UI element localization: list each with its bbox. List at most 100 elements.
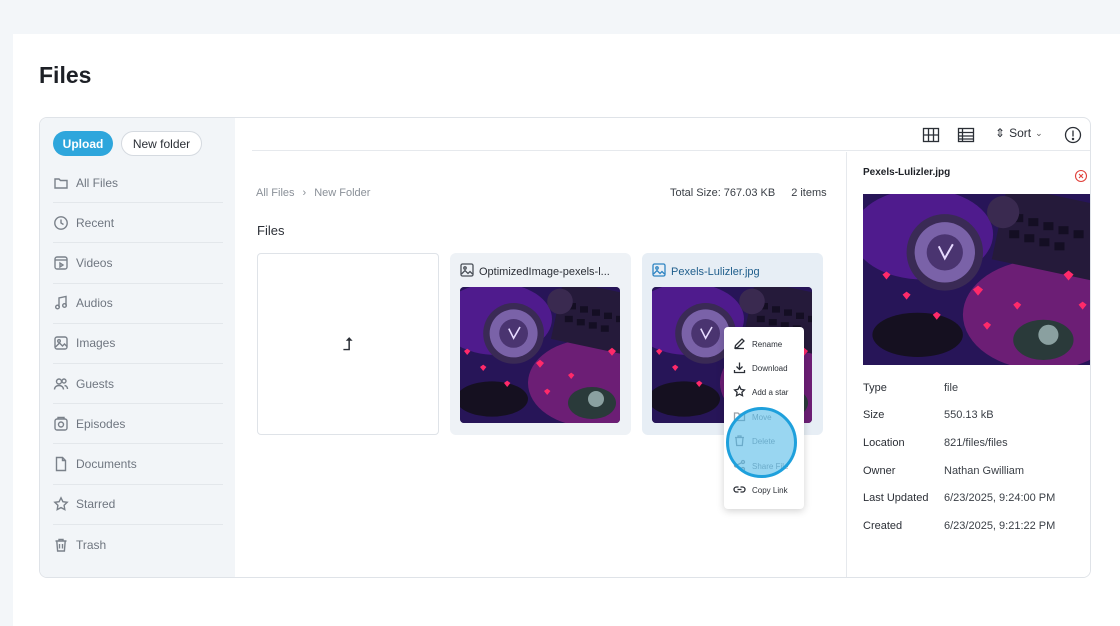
sidebar-item-label: Starred (76, 497, 116, 512)
sidebar-item-recent[interactable]: Recent (53, 203, 223, 244)
details-file-name: Pexels-Lulizler.jpg (863, 167, 951, 178)
meta-value: 550.13 kB (944, 409, 994, 422)
item-count: 2 items (791, 187, 827, 199)
music-icon (53, 295, 69, 311)
sidebar-nav: All Files Recent Videos Audios Images Gu… (53, 163, 223, 565)
share-icon (733, 459, 746, 474)
trash-icon (733, 434, 746, 449)
meta-row-created: Created 6/23/2025, 9:21:22 PM (863, 512, 1055, 540)
folder-icon (733, 410, 746, 425)
meta-key: Location (863, 436, 905, 449)
sidebar-item-images[interactable]: Images (53, 324, 223, 364)
users-icon (53, 376, 69, 392)
meta-value: 6/23/2025, 9:21:22 PM (944, 519, 1056, 532)
sidebar-item-label: Guests (76, 376, 115, 391)
file-card-header: OptimizedImage-pexels-l... (460, 263, 621, 280)
sidebar-item-all-files[interactable]: All Files (53, 163, 223, 204)
sidebar-item-trash[interactable]: Trash (53, 525, 223, 565)
menu-item-add-star[interactable]: Add a star (733, 384, 789, 400)
folder-summary: Total Size: 767.03 KB 2 items (670, 187, 827, 199)
sidebar-item-label: Recent (76, 215, 115, 230)
menu-item-label: Move (752, 413, 772, 422)
meta-row-owner: Owner Nathan Gwilliam (863, 457, 1055, 485)
sidebar-item-label: Audios (76, 296, 113, 311)
file-details-panel: Pexels-Lulizler.jpg Type file Size 550.1… (846, 152, 1090, 577)
podcast-icon (53, 416, 69, 432)
sidebar-item-label: Episodes (76, 416, 126, 431)
toolbar: ⇕ Sort ⌄ (252, 118, 1090, 151)
menu-item-copy-link[interactable]: Copy Link (733, 483, 788, 498)
image-icon (53, 335, 69, 351)
list-view-icon[interactable] (957, 126, 975, 144)
meta-key: Last Updated (863, 492, 929, 505)
meta-row-size: Size 550.13 kB (863, 402, 1055, 430)
meta-row-last-updated: Last Updated 6/23/2025, 9:24:00 PM (863, 484, 1055, 512)
menu-item-label: Download (752, 364, 788, 373)
menu-item-label: Add a star (752, 388, 789, 397)
sort-icon: ⇕ (995, 126, 1006, 140)
close-icon[interactable] (1074, 169, 1088, 183)
breadcrumb-root[interactable]: All Files (256, 187, 295, 199)
chevron-right-icon: › (302, 187, 307, 199)
menu-item-label: Delete (752, 437, 776, 446)
chevron-down-icon: ⌄ (1035, 127, 1043, 138)
link-icon (733, 483, 746, 498)
meta-key: Owner (863, 464, 896, 477)
grid-view-icon[interactable] (922, 126, 940, 144)
menu-item-rename[interactable]: Rename (733, 337, 782, 352)
meta-value: Nathan Gwilliam (944, 464, 1025, 477)
document-icon (53, 456, 69, 472)
meta-row-location: Location 821/files/files (863, 429, 1055, 457)
breadcrumb: All Files › New Folder (256, 187, 370, 199)
menu-item-download[interactable]: Download (733, 361, 788, 376)
image-icon (460, 263, 474, 280)
sidebar-item-label: All Files (76, 175, 119, 190)
file-thumbnail (460, 287, 620, 423)
file-name: Pexels-Lulizler.jpg (671, 265, 760, 278)
parent-folder-card[interactable]: ⮥ (257, 253, 439, 435)
page-title: Files (39, 62, 92, 88)
menu-item-label: Share File (752, 462, 789, 471)
meta-key: Size (863, 409, 885, 422)
file-name: OptimizedImage-pexels-l... (479, 265, 610, 278)
sidebar-item-episodes[interactable]: Episodes (53, 404, 223, 445)
sort-label: Sort (1009, 126, 1032, 140)
meta-row-type: Type file (863, 374, 1055, 402)
sidebar-item-label: Videos (76, 255, 113, 270)
total-size: Total Size: 767.03 KB (670, 187, 776, 199)
sidebar: Upload New folder All Files Recent Video… (40, 118, 235, 577)
files-section-title: Files (257, 223, 285, 238)
meta-value: 821/files/files (944, 436, 1008, 449)
details-metadata: Type file Size 550.13 kB Location 821/fi… (863, 374, 1055, 540)
file-manager-panel: Upload New folder All Files Recent Video… (39, 117, 1091, 578)
sidebar-item-videos[interactable]: Videos (53, 243, 223, 284)
file-card[interactable]: OptimizedImage-pexels-l... (450, 253, 631, 435)
meta-value: 6/23/2025, 9:24:00 PM (944, 492, 1056, 505)
menu-item-delete[interactable]: Delete (733, 434, 775, 449)
sidebar-item-starred[interactable]: Starred (53, 485, 223, 525)
upload-button[interactable]: Upload (53, 131, 113, 156)
sidebar-item-label: Images (76, 336, 116, 351)
meta-value: file (944, 381, 959, 394)
video-icon (53, 255, 69, 271)
download-icon (733, 361, 746, 376)
new-folder-button[interactable]: New folder (121, 131, 202, 156)
menu-item-label: Copy Link (752, 486, 788, 495)
file-card-header: Pexels-Lulizler.jpg (652, 263, 813, 280)
sidebar-item-documents[interactable]: Documents (53, 444, 223, 485)
context-menu: Rename Download Add a star Move Delete S… (724, 327, 804, 509)
info-icon[interactable] (1064, 126, 1082, 144)
sidebar-item-audios[interactable]: Audios (53, 284, 223, 324)
meta-key: Created (863, 519, 903, 532)
menu-item-label: Rename (752, 340, 783, 349)
page: Files Upload New folder All Files Recent… (13, 34, 1120, 626)
menu-item-share-file[interactable]: Share File (733, 459, 788, 474)
details-preview-image (863, 194, 1091, 365)
pencil-icon (733, 337, 746, 352)
breadcrumb-current[interactable]: New Folder (314, 187, 370, 199)
sort-dropdown[interactable]: ⇕ Sort ⌄ (995, 126, 1043, 140)
clock-icon (53, 215, 69, 231)
menu-item-move[interactable]: Move (733, 410, 772, 425)
sidebar-item-label: Trash (76, 537, 107, 552)
sidebar-item-guests[interactable]: Guests (53, 364, 223, 405)
